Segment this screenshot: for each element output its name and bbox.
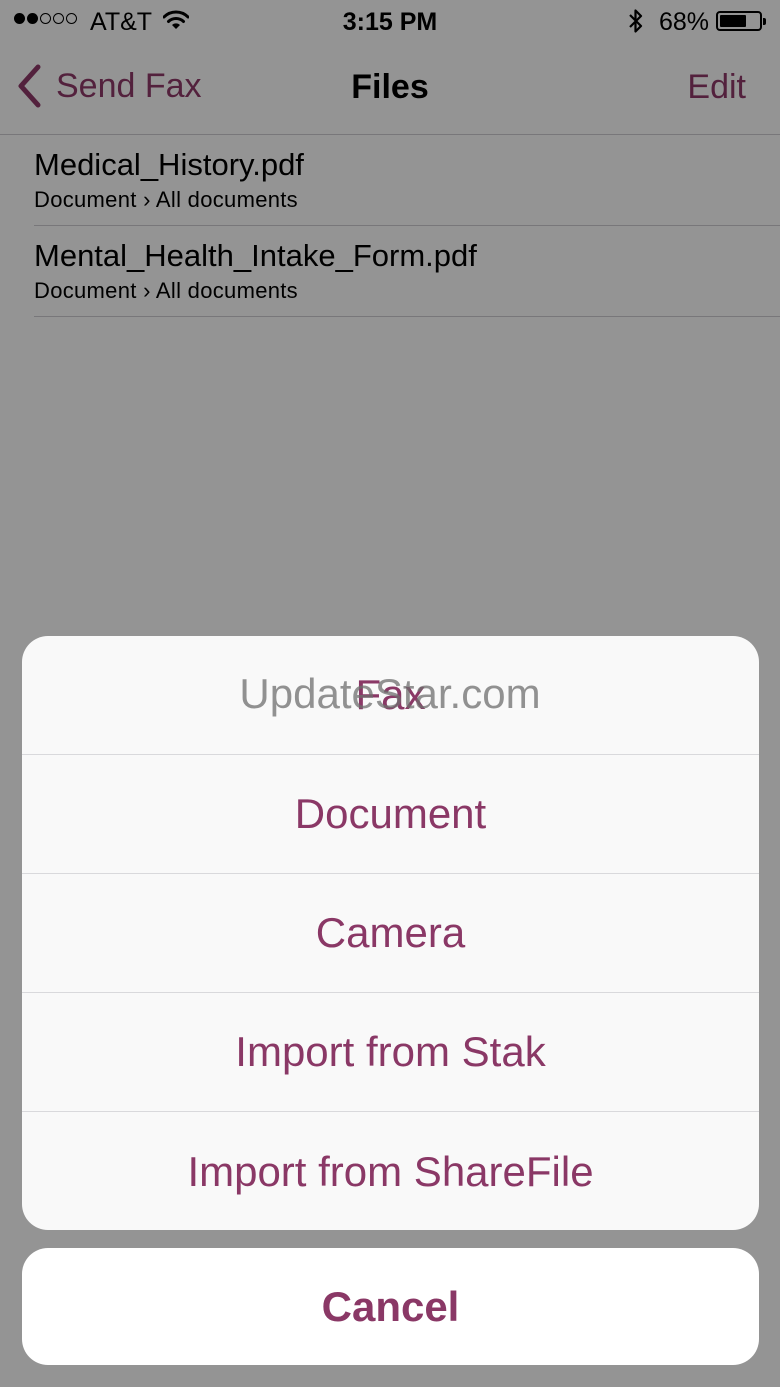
- action-sheet: Fax Document Camera Import from Stak Imp…: [22, 636, 759, 1230]
- action-fax-button[interactable]: Fax: [22, 636, 759, 755]
- action-document-button[interactable]: Document: [22, 755, 759, 874]
- action-import-sharefile-button[interactable]: Import from ShareFile: [22, 1112, 759, 1230]
- action-camera-button[interactable]: Camera: [22, 874, 759, 993]
- cancel-button[interactable]: Cancel: [22, 1248, 759, 1365]
- action-import-stak-button[interactable]: Import from Stak: [22, 993, 759, 1112]
